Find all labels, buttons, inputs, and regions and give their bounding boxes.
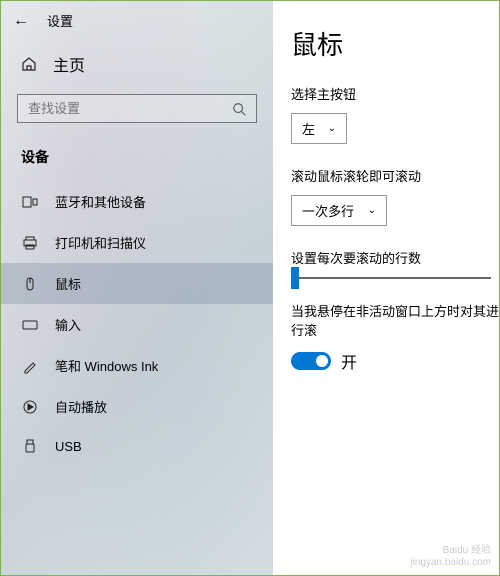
nav-label: 蓝牙和其他设备 <box>55 192 146 211</box>
nav-label: 输入 <box>55 315 81 334</box>
sidebar-item-pen[interactable]: 笔和 Windows Ink <box>1 345 273 386</box>
search-icon <box>232 102 246 116</box>
sidebar-item-autoplay[interactable]: 自动播放 <box>1 386 273 427</box>
usb-icon <box>21 438 39 454</box>
primary-button-setting: 选择主按钮 左 ⌄ <box>291 84 499 144</box>
settings-sidebar: ← 设置 主页 设备 蓝牙和其他设备 <box>1 1 273 575</box>
header: ← 设置 <box>1 1 273 40</box>
pen-icon <box>21 358 39 374</box>
mouse-icon <box>21 276 39 292</box>
dropdown-value: 一次多行 <box>302 201 356 220</box>
setting-label: 选择主按钮 <box>291 84 499 103</box>
lines-slider[interactable] <box>291 277 491 279</box>
sidebar-item-usb[interactable]: USB <box>1 427 273 465</box>
search-input[interactable] <box>28 101 232 116</box>
keyboard-icon <box>21 317 39 333</box>
setting-label: 滚动鼠标滚轮即可滚动 <box>291 166 499 185</box>
toggle-knob <box>316 355 328 367</box>
primary-button-dropdown[interactable]: 左 ⌄ <box>291 113 347 144</box>
bluetooth-icon <box>21 194 39 210</box>
home-nav[interactable]: 主页 <box>1 44 273 84</box>
printer-icon <box>21 235 39 251</box>
scroll-wheel-setting: 滚动鼠标滚轮即可滚动 一次多行 ⌄ <box>291 166 499 226</box>
slider-thumb[interactable] <box>291 267 299 289</box>
autoplay-icon <box>21 399 39 415</box>
nav-label: 笔和 Windows Ink <box>55 356 158 375</box>
sidebar-item-mouse[interactable]: 鼠标 <box>1 263 273 304</box>
back-icon[interactable]: ← <box>13 12 29 30</box>
nav-label: 自动播放 <box>55 397 107 416</box>
watermark: Baidu 经验 jingyan.baidu.com <box>410 545 491 569</box>
app-title: 设置 <box>47 11 73 30</box>
toggle-state: 开 <box>341 349 357 373</box>
sidebar-item-bluetooth[interactable]: 蓝牙和其他设备 <box>1 181 273 222</box>
setting-label: 设置每次要滚动的行数 <box>291 248 499 267</box>
inactive-scroll-setting: 当我悬停在非活动窗口上方时对其进行滚 开 <box>291 301 499 373</box>
page-title: 鼠标 <box>291 25 499 62</box>
nav-label: USB <box>55 439 82 454</box>
watermark-url: jingyan.baidu.com <box>410 557 491 569</box>
chevron-down-icon: ⌄ <box>328 123 336 134</box>
nav-label: 鼠标 <box>55 274 81 293</box>
sidebar-item-typing[interactable]: 输入 <box>1 304 273 345</box>
main-panel: 鼠标 选择主按钮 左 ⌄ 滚动鼠标滚轮即可滚动 一次多行 ⌄ 设置每次要滚动的行… <box>273 1 499 575</box>
dropdown-value: 左 <box>302 119 316 138</box>
inactive-scroll-toggle[interactable] <box>291 352 331 370</box>
nav-list: 蓝牙和其他设备 打印机和扫描仪 鼠标 输入 <box>1 181 273 465</box>
scroll-wheel-dropdown[interactable]: 一次多行 ⌄ <box>291 195 387 226</box>
nav-label: 打印机和扫描仪 <box>55 233 146 252</box>
setting-label: 当我悬停在非活动窗口上方时对其进行滚 <box>291 301 499 339</box>
sidebar-item-printers[interactable]: 打印机和扫描仪 <box>1 222 273 263</box>
watermark-brand: Baidu 经验 <box>410 545 491 557</box>
home-label: 主页 <box>53 52 85 76</box>
search-box[interactable] <box>17 94 257 123</box>
home-icon <box>21 56 37 72</box>
section-header: 设备 <box>1 133 273 175</box>
chevron-down-icon: ⌄ <box>368 205 376 216</box>
lines-to-scroll-setting: 设置每次要滚动的行数 <box>291 248 499 279</box>
